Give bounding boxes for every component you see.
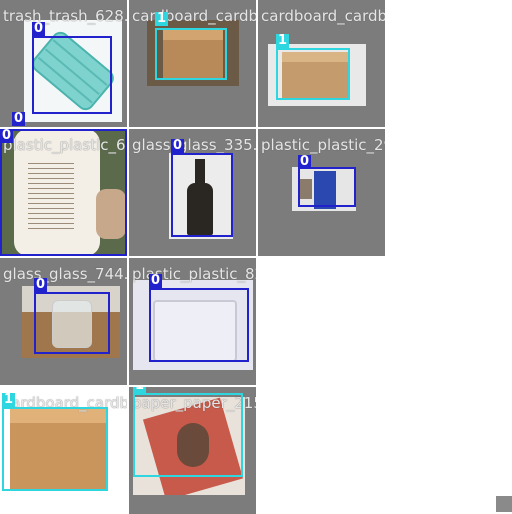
- image-tile: plastic_plastic_636.jpg 0: [0, 129, 127, 256]
- image-tile: trash_trash_628.jpg 0 0: [0, 0, 127, 127]
- bounding-box: [32, 36, 112, 114]
- bounding-box: [34, 292, 110, 354]
- image-tile: cardboard_cardboard_161.jpg 1: [129, 0, 256, 127]
- tile-filename: glass_glass_335.jpg: [132, 136, 256, 154]
- class-label: 1: [2, 392, 16, 407]
- image-tile: glass_glass_335.jpg 0: [129, 129, 256, 256]
- image-tile: cardboard_cardboard_1583.jpg 1: [258, 0, 385, 127]
- bounding-box: [155, 28, 227, 80]
- resize-handle[interactable]: [496, 496, 512, 512]
- class-label: 0: [149, 273, 163, 288]
- class-label: 1: [276, 33, 290, 48]
- class-label: 0: [0, 129, 14, 143]
- image-tile: plastic_plastic_821.jpg 0: [129, 258, 256, 385]
- tile-filename: plastic_plastic_293.jpg: [261, 136, 385, 154]
- bounding-box: [133, 393, 243, 477]
- bounding-box: [298, 167, 356, 207]
- class-label: 0: [32, 21, 46, 36]
- tile-filename: glass_glass_744.jpg: [3, 265, 127, 283]
- image-tile: cardboard_cardboard_8.jpg 1: [0, 387, 127, 514]
- image-tile: glass_glass_744.jpg 0: [0, 258, 127, 385]
- class-label: 1: [133, 387, 147, 393]
- bounding-box: [0, 129, 127, 256]
- class-label: 0: [171, 138, 185, 153]
- image-tile: paper_paper_2152.jpg 1: [129, 387, 256, 514]
- bounding-box: [276, 48, 350, 100]
- tile-filename: cardboard_cardboard_1583.jpg: [261, 7, 385, 25]
- bounding-box: [2, 407, 108, 491]
- class-label: 0: [12, 111, 26, 126]
- bounding-box: [149, 288, 249, 362]
- image-tile: plastic_plastic_293.jpg 0: [258, 129, 385, 256]
- bounding-box: [171, 153, 233, 237]
- class-label: 0: [34, 277, 48, 292]
- class-label: 1: [155, 11, 169, 26]
- class-label: 0: [298, 154, 312, 169]
